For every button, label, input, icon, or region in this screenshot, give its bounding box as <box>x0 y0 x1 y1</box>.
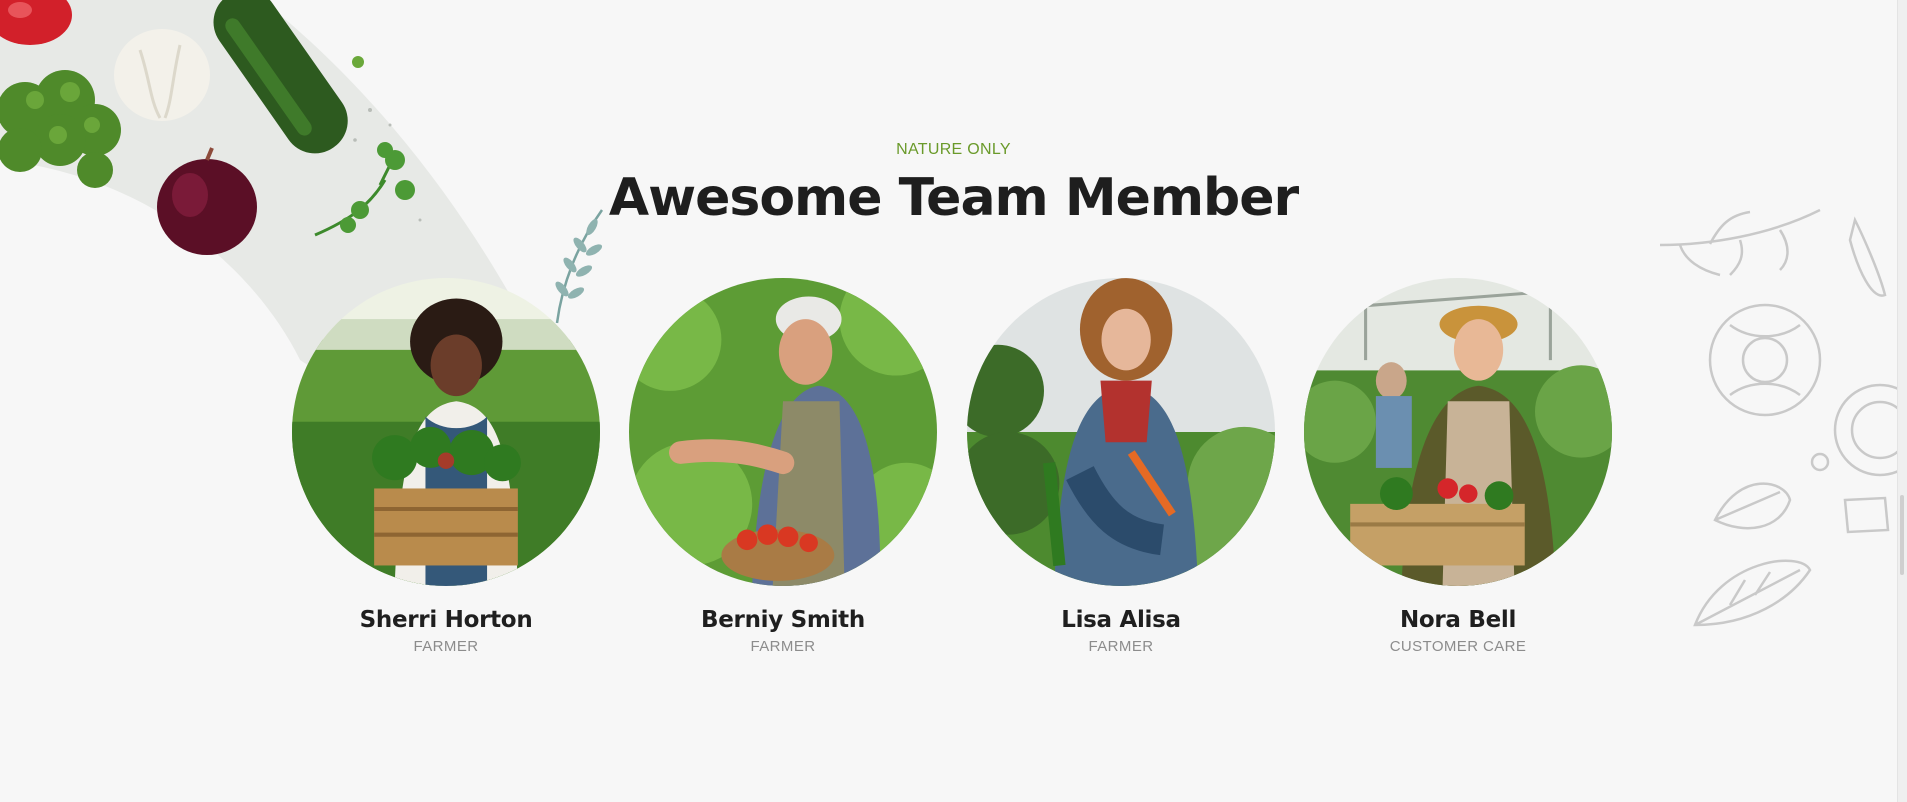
member-name: Nora Bell <box>1399 607 1517 633</box>
team-members-row: Sherri Horton FARMER Berniy Smith FARMER <box>0 278 1907 658</box>
member-name: Sherri Horton <box>359 607 533 633</box>
member-name: Lisa Alisa <box>1061 607 1181 633</box>
member-photo[interactable] <box>1304 278 1612 586</box>
section-eyebrow: NATURE ONLY <box>896 141 1011 158</box>
member-name: Berniy Smith <box>701 607 865 633</box>
team-member-card[interactable]: Berniy Smith FARMER <box>628 278 938 656</box>
member-role: FARMER <box>1088 638 1154 655</box>
team-member-card[interactable]: Sherri Horton FARMER <box>291 278 601 656</box>
team-member-card[interactable]: Lisa Alisa FARMER <box>966 278 1276 656</box>
member-role: FARMER <box>413 638 479 655</box>
member-photo[interactable] <box>629 278 937 586</box>
member-role: CUSTOMER CARE <box>1389 638 1527 655</box>
member-photo[interactable] <box>292 278 600 586</box>
team-member-card[interactable]: Nora Bell CUSTOMER CARE <box>1303 278 1613 656</box>
team-section-header: NATURE ONLY Awesome Team Member <box>0 140 1907 228</box>
member-role: FARMER <box>750 638 816 655</box>
section-title: Awesome Team Member <box>608 168 1299 228</box>
member-photo[interactable] <box>967 278 1275 586</box>
